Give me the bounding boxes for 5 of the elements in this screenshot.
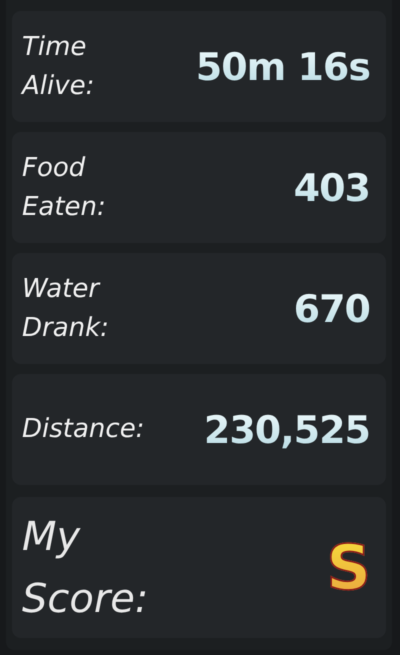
stat-label: Food Eaten: [22, 152, 107, 224]
stat-label: Time Alive: [22, 30, 96, 102]
stat-label: Water Drank: [22, 272, 110, 344]
stat-label: Distance: [22, 413, 144, 446]
stat-label: My Score: [22, 512, 150, 624]
